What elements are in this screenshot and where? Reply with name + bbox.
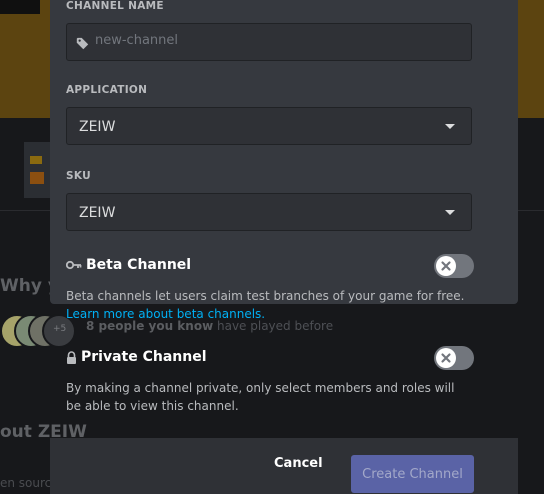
channel-name-label: CHANNEL NAME — [66, 0, 164, 12]
background-text: en sourc — [0, 476, 52, 490]
application-label: APPLICATION — [66, 84, 148, 96]
channel-name-input[interactable] — [95, 33, 455, 48]
sku-select[interactable]: ZEIW — [66, 193, 472, 231]
chevron-down-icon — [445, 210, 455, 215]
learn-more-beta-link[interactable]: Learn more about beta channels. — [66, 307, 265, 321]
lock-icon — [67, 350, 76, 364]
modal-footer: Cancel Create Channel — [50, 438, 518, 494]
private-channel-label: Private Channel — [81, 349, 207, 365]
close-icon — [441, 353, 451, 363]
toggle-knob — [436, 256, 456, 276]
beta-channel-description: Beta channels let users claim test branc… — [66, 289, 465, 303]
chevron-down-icon — [445, 124, 455, 129]
private-channel-description: By making a channel private, only select… — [66, 381, 455, 413]
beta-channel-toggle[interactable] — [434, 254, 474, 278]
create-channel-modal: CHANNEL NAME APPLICATION ZEIW SKU ZEIW B… — [50, 0, 518, 494]
create-channel-button[interactable]: Create Channel — [351, 455, 474, 493]
modal-body: CHANNEL NAME APPLICATION ZEIW SKU ZEIW B… — [50, 0, 518, 304]
beta-channel-title: Beta Channel — [66, 257, 191, 273]
cancel-button[interactable]: Cancel — [274, 456, 323, 471]
sku-value: ZEIW — [79, 205, 116, 221]
toggle-knob — [436, 348, 456, 368]
close-icon — [441, 261, 451, 271]
application-select[interactable]: ZEIW — [66, 107, 472, 145]
private-channel-title: Private Channel — [66, 349, 207, 365]
private-channel-toggle[interactable] — [434, 346, 474, 370]
beta-channel-label: Beta Channel — [86, 257, 192, 273]
sku-label: SKU — [66, 170, 91, 182]
banner-corner — [0, 0, 40, 14]
tag-icon — [76, 35, 89, 54]
key-icon — [66, 260, 82, 270]
channel-name-field[interactable] — [66, 23, 472, 61]
application-value: ZEIW — [79, 119, 116, 135]
